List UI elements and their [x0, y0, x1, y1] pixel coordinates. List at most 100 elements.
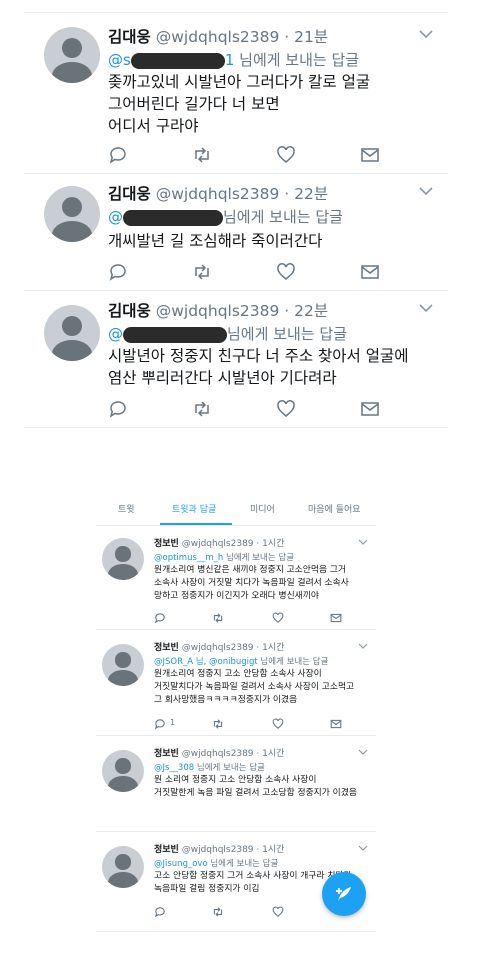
avatar-icon[interactable]: [102, 750, 144, 792]
reply-handle[interactable]: @JSOR_A 님, @onibugigt: [154, 657, 258, 667]
tweet-header: 정보빈 @wjdqhqls2389 · 1시간: [154, 536, 284, 549]
chevron-down-icon[interactable]: [418, 301, 434, 315]
tweet-card[interactable]: 김대웅 @wjdqhqls2389 · 22분 @ 님에게 보내는 답글 시발년아…: [24, 291, 448, 427]
redaction-bar: [123, 209, 223, 226]
display-name[interactable]: 정보빈: [154, 845, 179, 855]
avatar-icon[interactable]: [44, 27, 100, 83]
reply-icon[interactable]: [154, 718, 166, 730]
handle-and-time: @wjdqhqls2389 · 21분: [155, 28, 329, 46]
retweet-icon[interactable]: [192, 145, 212, 165]
reply-suffix: 님에게 보내는 답글: [194, 763, 265, 773]
tweet-card[interactable]: 정보빈 @wjdqhqls2389 · 1시간 @JSOR_A 님, @onib…: [96, 630, 376, 736]
tweet-line: 시발년아 정중지 친구다 너 주소 찾아서 얼굴에: [108, 347, 409, 365]
action-bar: [108, 399, 408, 419]
action-bar: [108, 262, 408, 282]
action-bar: [154, 612, 354, 624]
reply-handle[interactable]: @Js__308: [154, 763, 194, 773]
retweet-icon[interactable]: [212, 718, 224, 730]
tweet-text: 개씨발년 길 조심해라 죽이러간다: [108, 230, 438, 252]
like-icon[interactable]: [276, 145, 296, 165]
message-icon[interactable]: [360, 262, 380, 282]
profile-tab-bar: 트윗 트윗과 답글 미디어 마음에 들어요: [96, 486, 376, 526]
tab-likes[interactable]: 마음에 들어요: [308, 502, 361, 515]
reply-icon[interactable]: [154, 906, 166, 918]
avatar-icon[interactable]: [44, 305, 100, 361]
message-icon[interactable]: [360, 399, 380, 419]
compose-button[interactable]: [322, 872, 366, 916]
message-icon[interactable]: [360, 145, 380, 165]
reply-suffix: 님에게 보내는 답글: [207, 859, 279, 869]
tweet-text: 원개소리여 병신같은 새끼야 정중지 고소안먹음 그거 소속사 사장이 거짓말 …: [154, 564, 372, 603]
tweet-line: 원개소리여 병신같은 새끼야 정중지 고소안먹음 그거: [154, 565, 347, 575]
reply-handle-prefix[interactable]: @: [108, 325, 123, 343]
like-icon[interactable]: [276, 399, 296, 419]
tweet-line: 좆까고있네 시발년아 그러다가 칼로 얼굴: [108, 73, 371, 91]
reply-handle-tail[interactable]: 1: [225, 51, 235, 69]
tweet-card[interactable]: 정보빈 @wjdqhqls2389 · 1시간 @Js__308 님에게 보내는…: [96, 736, 376, 832]
handle-and-time: @wjdqhqls2389 · 1시간: [181, 749, 285, 759]
display-name[interactable]: 김대웅: [108, 185, 151, 203]
tweet-card[interactable]: 김대웅 @wjdqhqls2389 · 22분 @ 님에게 보내는 답글 개씨발년…: [24, 174, 448, 290]
avatar-icon[interactable]: [102, 644, 144, 686]
like-icon[interactable]: [272, 612, 284, 624]
divider: [24, 427, 448, 428]
reply-context: @Jisung_ovo 님에게 보내는 답글: [154, 857, 278, 869]
chevron-down-icon[interactable]: [358, 844, 368, 852]
retweet-icon[interactable]: [192, 399, 212, 419]
redaction-bar: [130, 52, 225, 69]
like-icon[interactable]: [276, 262, 296, 282]
tab-tweets-and-replies[interactable]: 트윗과 답글: [172, 502, 216, 515]
reply-context: @ 님에게 보내는 답글: [108, 206, 343, 227]
tweet-header: 정보빈 @wjdqhqls2389 · 1시간: [154, 746, 284, 759]
tweet-line: 망하고 정중지가 이긴지가 오래다 병신새끼야: [154, 591, 319, 601]
reply-icon[interactable]: [108, 145, 128, 165]
redaction-bar: [123, 326, 227, 343]
tweet-text: 원 소리여 정중지 고소 안당함 소속사 사장이 거짓말한게 녹음 파일 걸려서…: [154, 774, 372, 800]
avatar-icon[interactable]: [102, 538, 144, 580]
display-name[interactable]: 정보빈: [154, 749, 179, 759]
display-name[interactable]: 정보빈: [154, 539, 179, 549]
tab-media[interactable]: 미디어: [250, 502, 275, 515]
display-name[interactable]: 김대웅: [108, 28, 151, 46]
message-icon[interactable]: [330, 718, 342, 730]
tweet-header: 김대웅 @wjdqhqls2389 · 21분: [108, 25, 328, 47]
handle-and-time: @wjdqhqls2389 · 1시간: [181, 539, 285, 549]
reply-icon[interactable]: [108, 262, 128, 282]
action-bar: [154, 906, 354, 918]
display-name[interactable]: 정보빈: [154, 643, 179, 653]
reply-context: @optimus__m_h 님에게 보내는 답글: [154, 551, 294, 563]
reply-handle-prefix[interactable]: @s: [108, 51, 131, 69]
chevron-down-icon[interactable]: [358, 538, 368, 546]
display-name[interactable]: 김대웅: [108, 302, 151, 320]
tweet-line: 그어버린다 길가다 너 보면: [108, 95, 280, 113]
retweet-icon[interactable]: [212, 906, 224, 918]
reply-suffix: 님에게 보내는 답글: [223, 208, 343, 226]
tweet-card[interactable]: 정보빈 @wjdqhqls2389 · 1시간 @optimus__m_h 님에…: [96, 526, 376, 630]
reply-icon[interactable]: [154, 612, 166, 624]
chevron-down-icon[interactable]: [418, 27, 434, 41]
tweet-line: 소속사 사장이 거짓말 치다가 녹음파일 걸려서 소속사: [154, 578, 349, 588]
reply-handle-prefix[interactable]: @: [108, 208, 123, 226]
like-icon[interactable]: [272, 718, 284, 730]
chevron-down-icon[interactable]: [418, 184, 434, 198]
tweet-line: 염산 뿌리러간다 시발년아 기다려라: [108, 369, 337, 387]
avatar-icon[interactable]: [44, 186, 100, 242]
tweet-header: 김대웅 @wjdqhqls2389 · 22분: [108, 299, 328, 321]
tweet-line: 어디서 구라야: [108, 117, 199, 135]
tweet-card[interactable]: 김대웅 @wjdqhqls2389 · 21분 @s 1 님에게 보내는 답글 좆…: [24, 13, 448, 173]
reply-handle[interactable]: @Jisung_ovo: [154, 859, 208, 869]
avatar-icon[interactable]: [102, 846, 144, 888]
chevron-down-icon[interactable]: [358, 748, 368, 756]
tab-tweets[interactable]: 트윗: [118, 502, 135, 515]
chevron-down-icon[interactable]: [358, 642, 368, 650]
like-icon[interactable]: [272, 906, 284, 918]
reply-handle[interactable]: @optimus__m_h: [154, 553, 223, 563]
action-bar: 1: [154, 718, 354, 730]
message-icon[interactable]: [330, 612, 342, 624]
handle-and-time: @wjdqhqls2389 · 1시간: [181, 845, 285, 855]
retweet-icon[interactable]: [192, 262, 212, 282]
retweet-icon[interactable]: [212, 612, 224, 624]
reply-suffix: 님에게 보내는 답글: [234, 51, 360, 69]
reply-context: @ 님에게 보내는 답글: [108, 323, 347, 344]
reply-icon[interactable]: [108, 399, 128, 419]
